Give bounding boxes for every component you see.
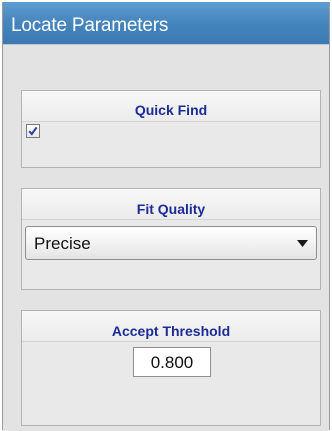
accept-threshold-input[interactable]: 0.800 bbox=[133, 347, 211, 377]
accept-threshold-title: Accept Threshold bbox=[111, 323, 231, 339]
quick-find-checkbox[interactable] bbox=[26, 124, 40, 138]
panel-body: Quick Find Fit Quality Precise Accept Th… bbox=[3, 44, 329, 431]
quick-find-title: Quick Find bbox=[134, 102, 208, 118]
panel-header[interactable]: Locate Parameters bbox=[3, 2, 329, 44]
locate-parameters-panel: Locate Parameters Quick Find Fit Quality… bbox=[2, 2, 330, 431]
check-icon bbox=[28, 126, 38, 136]
chevron-down-icon bbox=[297, 240, 308, 247]
quick-find-group: Quick Find bbox=[21, 90, 321, 168]
accept-threshold-value: 0.800 bbox=[150, 353, 194, 372]
fit-quality-group: Fit Quality Precise bbox=[21, 188, 321, 290]
fit-quality-dropdown[interactable]: Precise bbox=[25, 226, 317, 260]
panel-title: Locate Parameters bbox=[11, 15, 169, 36]
fit-quality-selected: Precise bbox=[34, 234, 91, 253]
fit-quality-title: Fit Quality bbox=[136, 201, 206, 217]
accept-threshold-group: Accept Threshold 0.800 bbox=[21, 310, 321, 426]
